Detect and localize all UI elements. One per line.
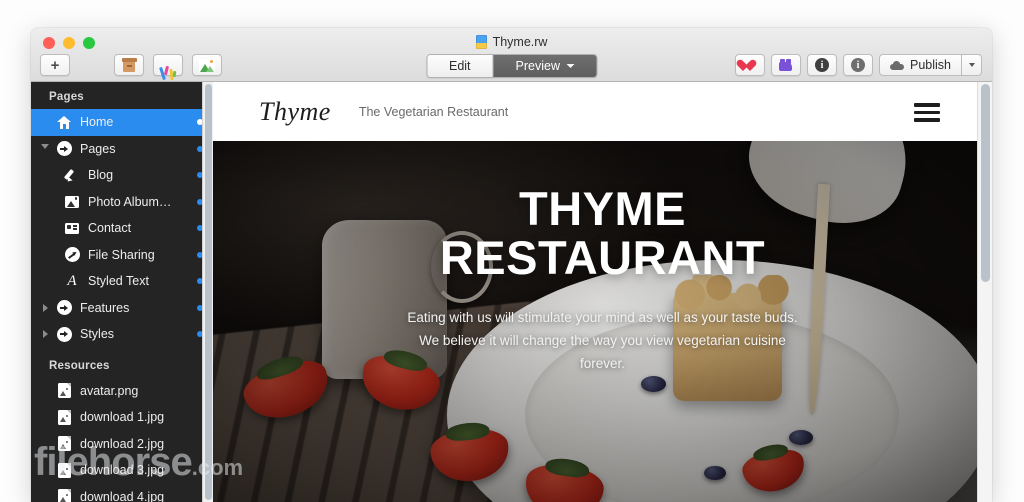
resource-item-label: download 1.jpg bbox=[80, 410, 165, 425]
hero-section: THYME RESTAURANT Eating with us will sti… bbox=[213, 141, 992, 502]
image-file-icon bbox=[53, 409, 75, 425]
chevron-down-icon bbox=[566, 64, 575, 68]
preview-scrollbar-thumb[interactable] bbox=[981, 84, 990, 282]
tab-preview-label: Preview bbox=[515, 59, 561, 73]
tab-edit[interactable]: Edit bbox=[426, 55, 493, 77]
sidebar-item-styles[interactable]: Styles bbox=[31, 321, 213, 348]
toolbar-right-group: i i Publish bbox=[735, 54, 982, 76]
site-tagline: The Vegetarian Restaurant bbox=[358, 104, 509, 119]
window-body: Pages Home Pages Blog Photo Album… Conta… bbox=[31, 82, 992, 502]
inspector-button[interactable]: i bbox=[843, 54, 873, 76]
pencil-icon bbox=[61, 168, 83, 184]
sidebar-item-file-sharing[interactable]: File Sharing bbox=[31, 242, 213, 269]
hamburger-menu-icon[interactable] bbox=[914, 103, 940, 122]
styles-button[interactable] bbox=[153, 54, 183, 81]
hero-content: THYME RESTAURANT Eating with us will sti… bbox=[213, 141, 992, 375]
styled-text-icon: A bbox=[67, 272, 77, 289]
site-brand-logo: Thyme bbox=[259, 96, 331, 126]
window-titlebar: Thyme.rw + Edit Preview i i Publish bbox=[31, 28, 992, 82]
styles-icon bbox=[158, 58, 176, 81]
addons-icon bbox=[778, 58, 794, 72]
resource-item-label: download 4.jpg bbox=[80, 489, 165, 502]
sidebar-item-photo-album[interactable]: Photo Album… bbox=[31, 189, 213, 216]
addons-button[interactable] bbox=[771, 54, 801, 76]
contact-icon bbox=[61, 222, 83, 234]
tab-edit-label: Edit bbox=[448, 59, 471, 73]
disclosure-triangle-closed[interactable] bbox=[37, 330, 53, 339]
archive-icon bbox=[121, 58, 137, 72]
sidebar-item-styled-text[interactable]: A Styled Text bbox=[31, 268, 213, 295]
edit-preview-segmented-control: Edit Preview bbox=[425, 54, 598, 78]
sidebar-item-contact[interactable]: Contact bbox=[31, 215, 213, 242]
image-file-icon bbox=[53, 436, 75, 452]
resource-item-download-1[interactable]: download 1.jpg bbox=[31, 404, 213, 431]
arrow-circle-icon bbox=[53, 141, 75, 157]
resource-item-download-2[interactable]: download 2.jpg bbox=[31, 431, 213, 458]
inspector-icon: i bbox=[851, 58, 865, 72]
hero-title-line-1: THYME bbox=[519, 182, 686, 235]
document-title-group: Thyme.rw bbox=[31, 35, 992, 49]
arrow-circle-icon bbox=[53, 326, 75, 342]
chevron-down-icon bbox=[968, 63, 975, 67]
preview-pane: Thyme The Vegetarian Restaurant THYME RE… bbox=[213, 82, 992, 502]
resource-item-download-3[interactable]: download 3.jpg bbox=[31, 457, 213, 484]
screenshot-root: Thyme.rw + Edit Preview i i Publish Page… bbox=[0, 0, 1024, 502]
document-title: Thyme.rw bbox=[492, 35, 548, 49]
sidebar-item-pages[interactable]: Pages bbox=[31, 136, 213, 163]
publish-menu-button[interactable] bbox=[962, 54, 982, 76]
heart-icon bbox=[743, 59, 757, 72]
image-file-icon bbox=[53, 383, 75, 399]
hero-title-line-2: RESTAURANT bbox=[439, 230, 766, 284]
resource-item-label: avatar.png bbox=[80, 383, 139, 398]
publish-button[interactable]: Publish bbox=[879, 54, 962, 76]
resource-item-label: download 3.jpg bbox=[80, 463, 165, 478]
sidebar-item-features[interactable]: Features bbox=[31, 295, 213, 322]
resource-item-avatar[interactable]: avatar.png bbox=[31, 378, 213, 405]
page-info-button[interactable]: i bbox=[807, 54, 837, 76]
sidebar-item-home[interactable]: Home bbox=[31, 109, 213, 136]
image-file-icon bbox=[53, 462, 75, 478]
resource-item-download-4[interactable]: download 4.jpg bbox=[31, 484, 213, 502]
photos-icon bbox=[199, 58, 215, 72]
cloud-icon bbox=[890, 60, 904, 70]
sidebar-item-label: Blog bbox=[88, 168, 114, 183]
sidebar: Pages Home Pages Blog Photo Album… Conta… bbox=[31, 82, 213, 502]
publish-group: Publish bbox=[879, 54, 982, 76]
disclosure-triangle-closed[interactable] bbox=[37, 303, 53, 312]
sidebar-section-pages-header: Pages bbox=[49, 91, 84, 103]
image-icon bbox=[61, 195, 83, 208]
sidebar-item-blog[interactable]: Blog bbox=[31, 162, 213, 189]
sidebar-item-label: Contact bbox=[88, 221, 132, 236]
toolbar-left-group: + bbox=[40, 54, 222, 81]
sidebar-item-label: Photo Album… bbox=[88, 194, 172, 209]
resource-item-label: download 2.jpg bbox=[80, 436, 165, 451]
sidebar-scrollbar-thumb[interactable] bbox=[205, 84, 212, 500]
add-page-button[interactable]: + bbox=[40, 54, 70, 76]
sidebar-scrollbar[interactable] bbox=[202, 82, 213, 502]
photos-button[interactable] bbox=[192, 54, 222, 76]
sidebar-section-resources-header: Resources bbox=[49, 359, 110, 372]
sidebar-item-label: Pages bbox=[80, 141, 116, 156]
disclosure-triangle-open[interactable] bbox=[37, 144, 53, 153]
sidebar-item-label: Styled Text bbox=[88, 274, 149, 289]
home-icon bbox=[53, 115, 75, 129]
tab-preview[interactable]: Preview bbox=[492, 55, 597, 77]
sidebar-item-label: Home bbox=[80, 115, 114, 130]
rapidweaver-window: Thyme.rw + Edit Preview i i Publish Page… bbox=[31, 28, 992, 502]
sidebar-item-label: Features bbox=[80, 300, 130, 315]
preview-scrollbar[interactable] bbox=[977, 82, 992, 502]
site-header: Thyme The Vegetarian Restaurant bbox=[213, 82, 992, 141]
arrow-circle-icon bbox=[53, 300, 75, 316]
sidebar-item-label: File Sharing bbox=[88, 247, 155, 262]
sidebar-item-label: Styles bbox=[80, 327, 115, 342]
share-circle-icon bbox=[61, 247, 83, 263]
favorites-button[interactable] bbox=[735, 54, 765, 76]
archive-button[interactable] bbox=[114, 54, 144, 76]
rapidweaver-document-icon bbox=[475, 35, 487, 49]
plus-icon: + bbox=[50, 56, 60, 74]
info-icon: i bbox=[815, 58, 829, 72]
image-file-icon bbox=[53, 489, 75, 502]
publish-label: Publish bbox=[910, 58, 951, 72]
hero-paragraph: Eating with us will stimulate your mind … bbox=[407, 309, 798, 372]
